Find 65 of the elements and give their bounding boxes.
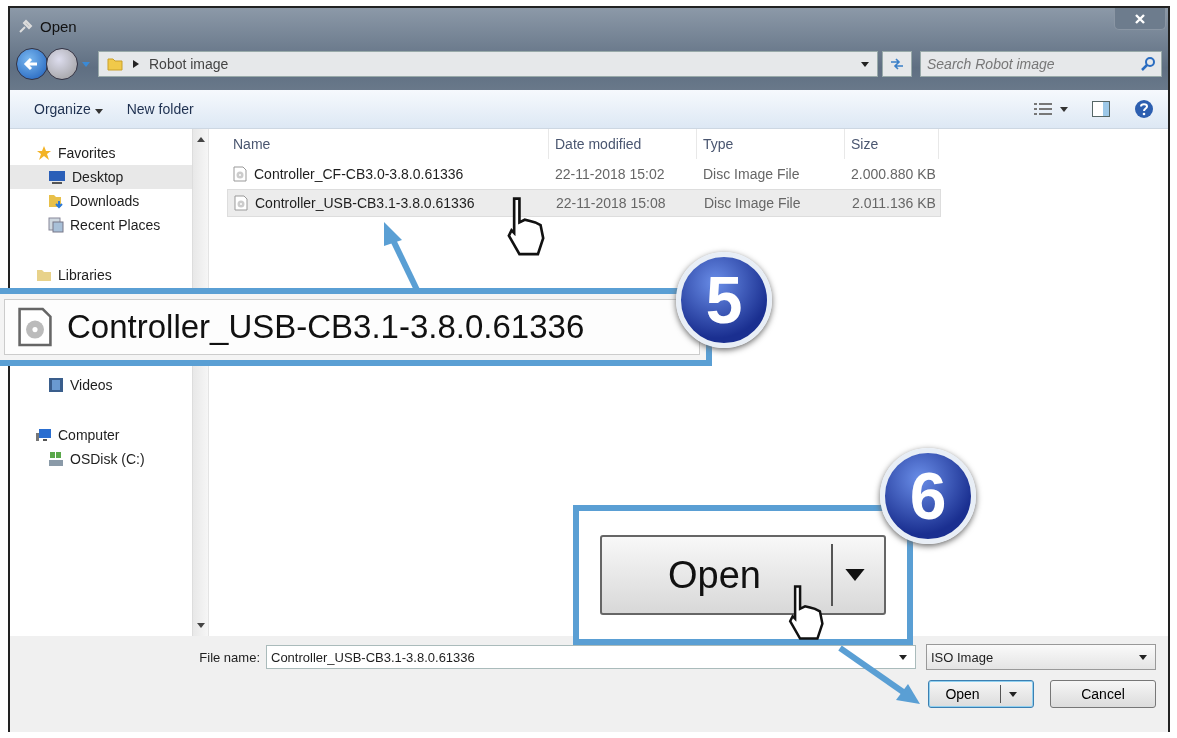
help-icon[interactable] — [1134, 99, 1154, 119]
sidebar-item[interactable]: OSDisk (C:) — [10, 447, 192, 471]
organize-button[interactable]: Organize — [26, 97, 111, 121]
back-button[interactable] — [16, 48, 48, 80]
disc-file-icon — [17, 306, 53, 348]
caret-icon — [844, 569, 865, 581]
file-name-field[interactable]: Controller_USB-CB3.1-3.8.0.61336 — [266, 645, 916, 669]
sidebar-item[interactable]: Libraries — [10, 263, 192, 287]
caret-icon — [899, 654, 907, 660]
sidebar-item[interactable]: Recent Places — [10, 213, 192, 237]
folder-icon — [36, 267, 52, 283]
close-icon — [1134, 12, 1146, 25]
star-icon — [36, 145, 52, 161]
preview-pane-icon[interactable] — [1092, 101, 1110, 117]
refresh-icon — [889, 56, 905, 72]
file-size: 2.011.136 KB — [851, 195, 937, 211]
column-header[interactable]: Size — [845, 129, 939, 159]
recent-places-icon — [48, 217, 64, 233]
file-date: 22-11-2018 15:02 — [554, 166, 666, 182]
file-type-dropdown[interactable]: ISO Image — [926, 644, 1156, 670]
folder-icon — [107, 56, 123, 72]
close-button[interactable] — [1114, 8, 1166, 30]
file-size: 2.000.880 KB — [850, 166, 937, 182]
caret-icon — [1139, 654, 1147, 660]
file-name: Controller_CF-CB3.0-3.8.0.61336 — [254, 166, 464, 182]
file-date: 22-11-2018 15:08 — [555, 195, 667, 211]
file-name: Controller_USB-CB3.1-3.8.0.61336 — [67, 308, 585, 346]
field-label: File name: — [199, 649, 260, 665]
file-row[interactable]: Controller_USB-CB3.1-3.8.0.61336 22-11-2018 15:08 Disc Image File 2.011.136 KB — [227, 189, 941, 217]
sidebar-item[interactable]: Favorites — [10, 141, 192, 165]
search-icon — [1140, 56, 1156, 72]
caret-icon[interactable] — [1060, 106, 1068, 112]
forward-button[interactable] — [46, 48, 78, 80]
open-button[interactable]: Open — [928, 680, 1034, 708]
drive-icon — [48, 451, 64, 467]
disc-file-icon — [233, 166, 247, 182]
monitor-icon — [48, 169, 66, 185]
file-name: Controller_USB-CB3.1-3.8.0.61336 — [255, 195, 475, 211]
file-type: Disc Image File — [703, 195, 802, 211]
chevron-icon — [133, 60, 139, 68]
sidebar-item[interactable]: Computer — [10, 423, 192, 447]
window-title: Open — [40, 17, 77, 35]
scroll-down-icon[interactable] — [196, 623, 205, 628]
file-row[interactable]: Controller_CF-CB3.0-3.8.0.61336 22-11-2018 15:02 Disc Image File 2.000.880 KB — [227, 161, 939, 187]
address-bar[interactable]: Robot image — [98, 51, 878, 77]
search-field[interactable]: Search Robot image — [920, 51, 1162, 77]
caret-icon — [94, 109, 103, 114]
view-list-icon[interactable] — [1034, 102, 1052, 116]
column-header[interactable]: Type — [697, 129, 845, 159]
computer-icon — [36, 427, 52, 443]
column-header[interactable]: Date modified — [549, 129, 697, 159]
sidebar-item[interactable]: Videos — [10, 373, 192, 397]
sidebar-item[interactable]: Downloads — [10, 189, 192, 213]
disc-file-icon — [234, 195, 248, 211]
caret-icon — [1008, 691, 1017, 697]
column-header[interactable]: Name — [227, 129, 549, 159]
file-type: Disc Image File — [702, 166, 801, 182]
film-icon — [48, 377, 64, 393]
scroll-up-icon[interactable] — [196, 137, 205, 142]
pin-icon — [18, 18, 34, 34]
new-folder-button[interactable]: New folder — [118, 97, 202, 121]
sidebar-item[interactable]: Desktop — [10, 165, 192, 189]
folder-icon — [48, 193, 64, 209]
caret-icon — [861, 61, 869, 67]
cancel-button[interactable]: Cancel — [1050, 680, 1156, 708]
